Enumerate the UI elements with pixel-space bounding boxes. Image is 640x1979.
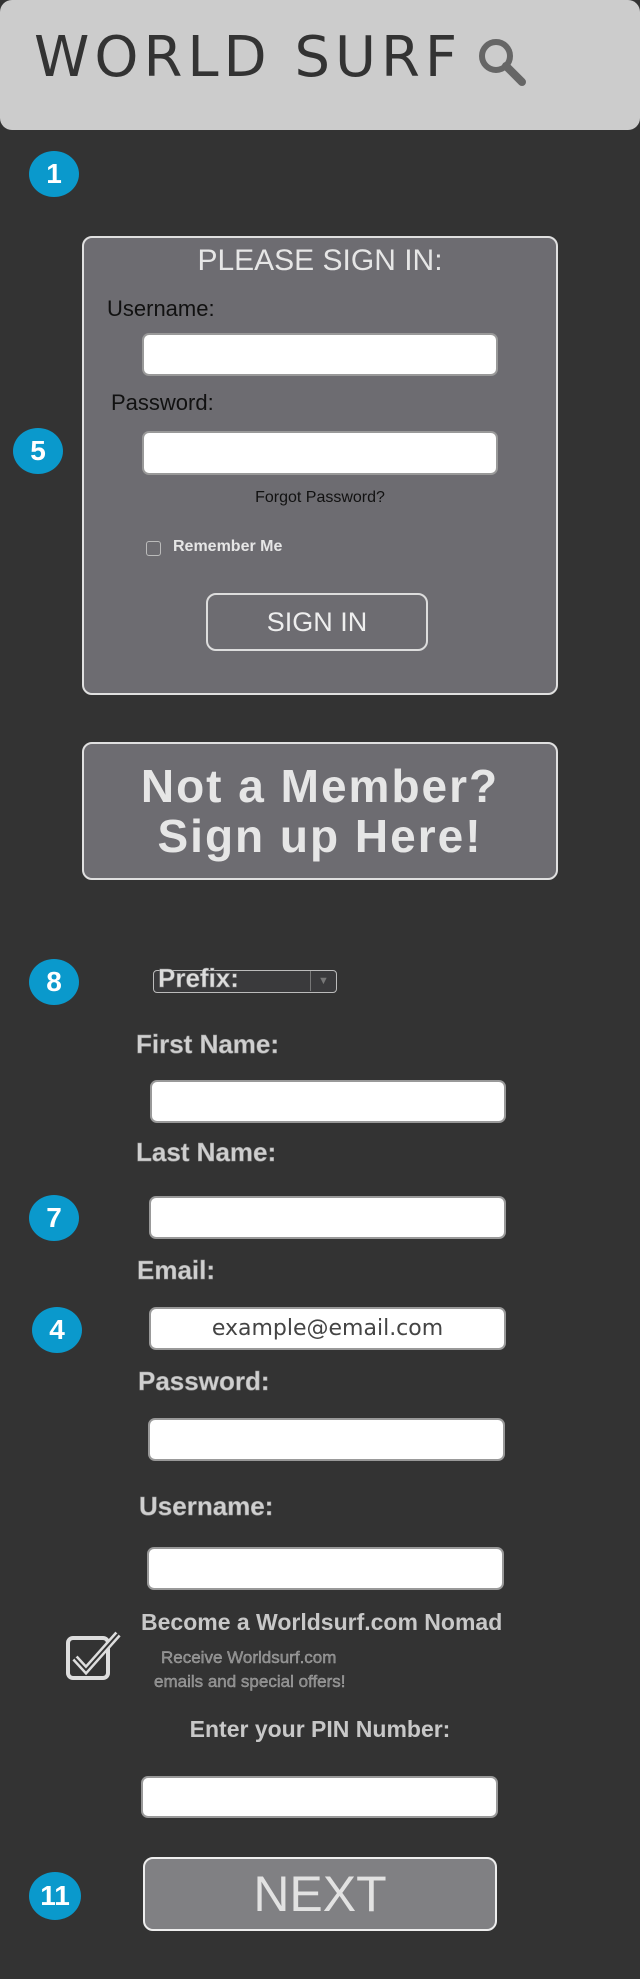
site-title: WORLD SURF — [34, 25, 463, 90]
password-label: Password: — [138, 1366, 270, 1397]
signin-heading: PLEASE SIGN IN: — [197, 244, 443, 277]
step-badge-4: 4 — [32, 1307, 82, 1353]
search-icon[interactable] — [474, 34, 530, 90]
next-button[interactable]: NEXT — [143, 1857, 497, 1931]
signin-username-input[interactable] — [142, 333, 498, 376]
step-badge-8: 8 — [29, 959, 79, 1005]
nomad-checkbox-checked-icon[interactable] — [66, 1630, 122, 1684]
last-name-input[interactable] — [149, 1196, 506, 1239]
pin-label: Enter your PIN Number: — [189, 1716, 451, 1742]
step-badge-7: 7 — [29, 1195, 79, 1241]
email-input[interactable] — [149, 1307, 506, 1350]
first-name-input[interactable] — [150, 1080, 506, 1123]
signup-line-1: Not a Member? — [140, 760, 500, 812]
nomad-title: Become a Worldsurf.com Nomad — [141, 1609, 503, 1635]
signin-username-label: Username: — [107, 296, 215, 321]
sign-in-button[interactable]: SIGN IN — [206, 593, 428, 651]
password-input[interactable] — [148, 1418, 505, 1461]
email-label: Email: — [137, 1255, 216, 1286]
signup-line-2: Sign up Here! — [157, 810, 483, 862]
pin-input[interactable] — [141, 1776, 498, 1818]
step-badge-11: 11 — [29, 1872, 81, 1920]
prefix-select[interactable]: Prefix: ▼ — [153, 963, 337, 993]
nomad-line-2: emails and special offers! — [154, 1672, 346, 1691]
nomad-line-1: Receive Worldsurf.com — [161, 1648, 337, 1667]
username-input[interactable] — [147, 1547, 504, 1590]
remember-me-checkbox[interactable] — [146, 541, 161, 556]
first-name-label: First Name: — [136, 1029, 280, 1060]
forgot-password-link[interactable]: Forgot Password? — [82, 489, 558, 507]
username-label: Username: — [139, 1491, 274, 1522]
step-badge-1: 1 — [29, 151, 79, 197]
last-name-label: Last Name: — [136, 1137, 277, 1168]
prefix-label: Prefix: — [158, 963, 239, 994]
remember-me-label: Remember Me — [173, 538, 283, 555]
signup-banner[interactable]: Not a Member? Sign up Here! — [82, 742, 558, 880]
signin-password-input[interactable] — [142, 431, 498, 475]
signin-password-label: Password: — [111, 390, 214, 415]
step-badge-5: 5 — [13, 428, 63, 474]
chevron-down-icon: ▼ — [310, 971, 336, 991]
